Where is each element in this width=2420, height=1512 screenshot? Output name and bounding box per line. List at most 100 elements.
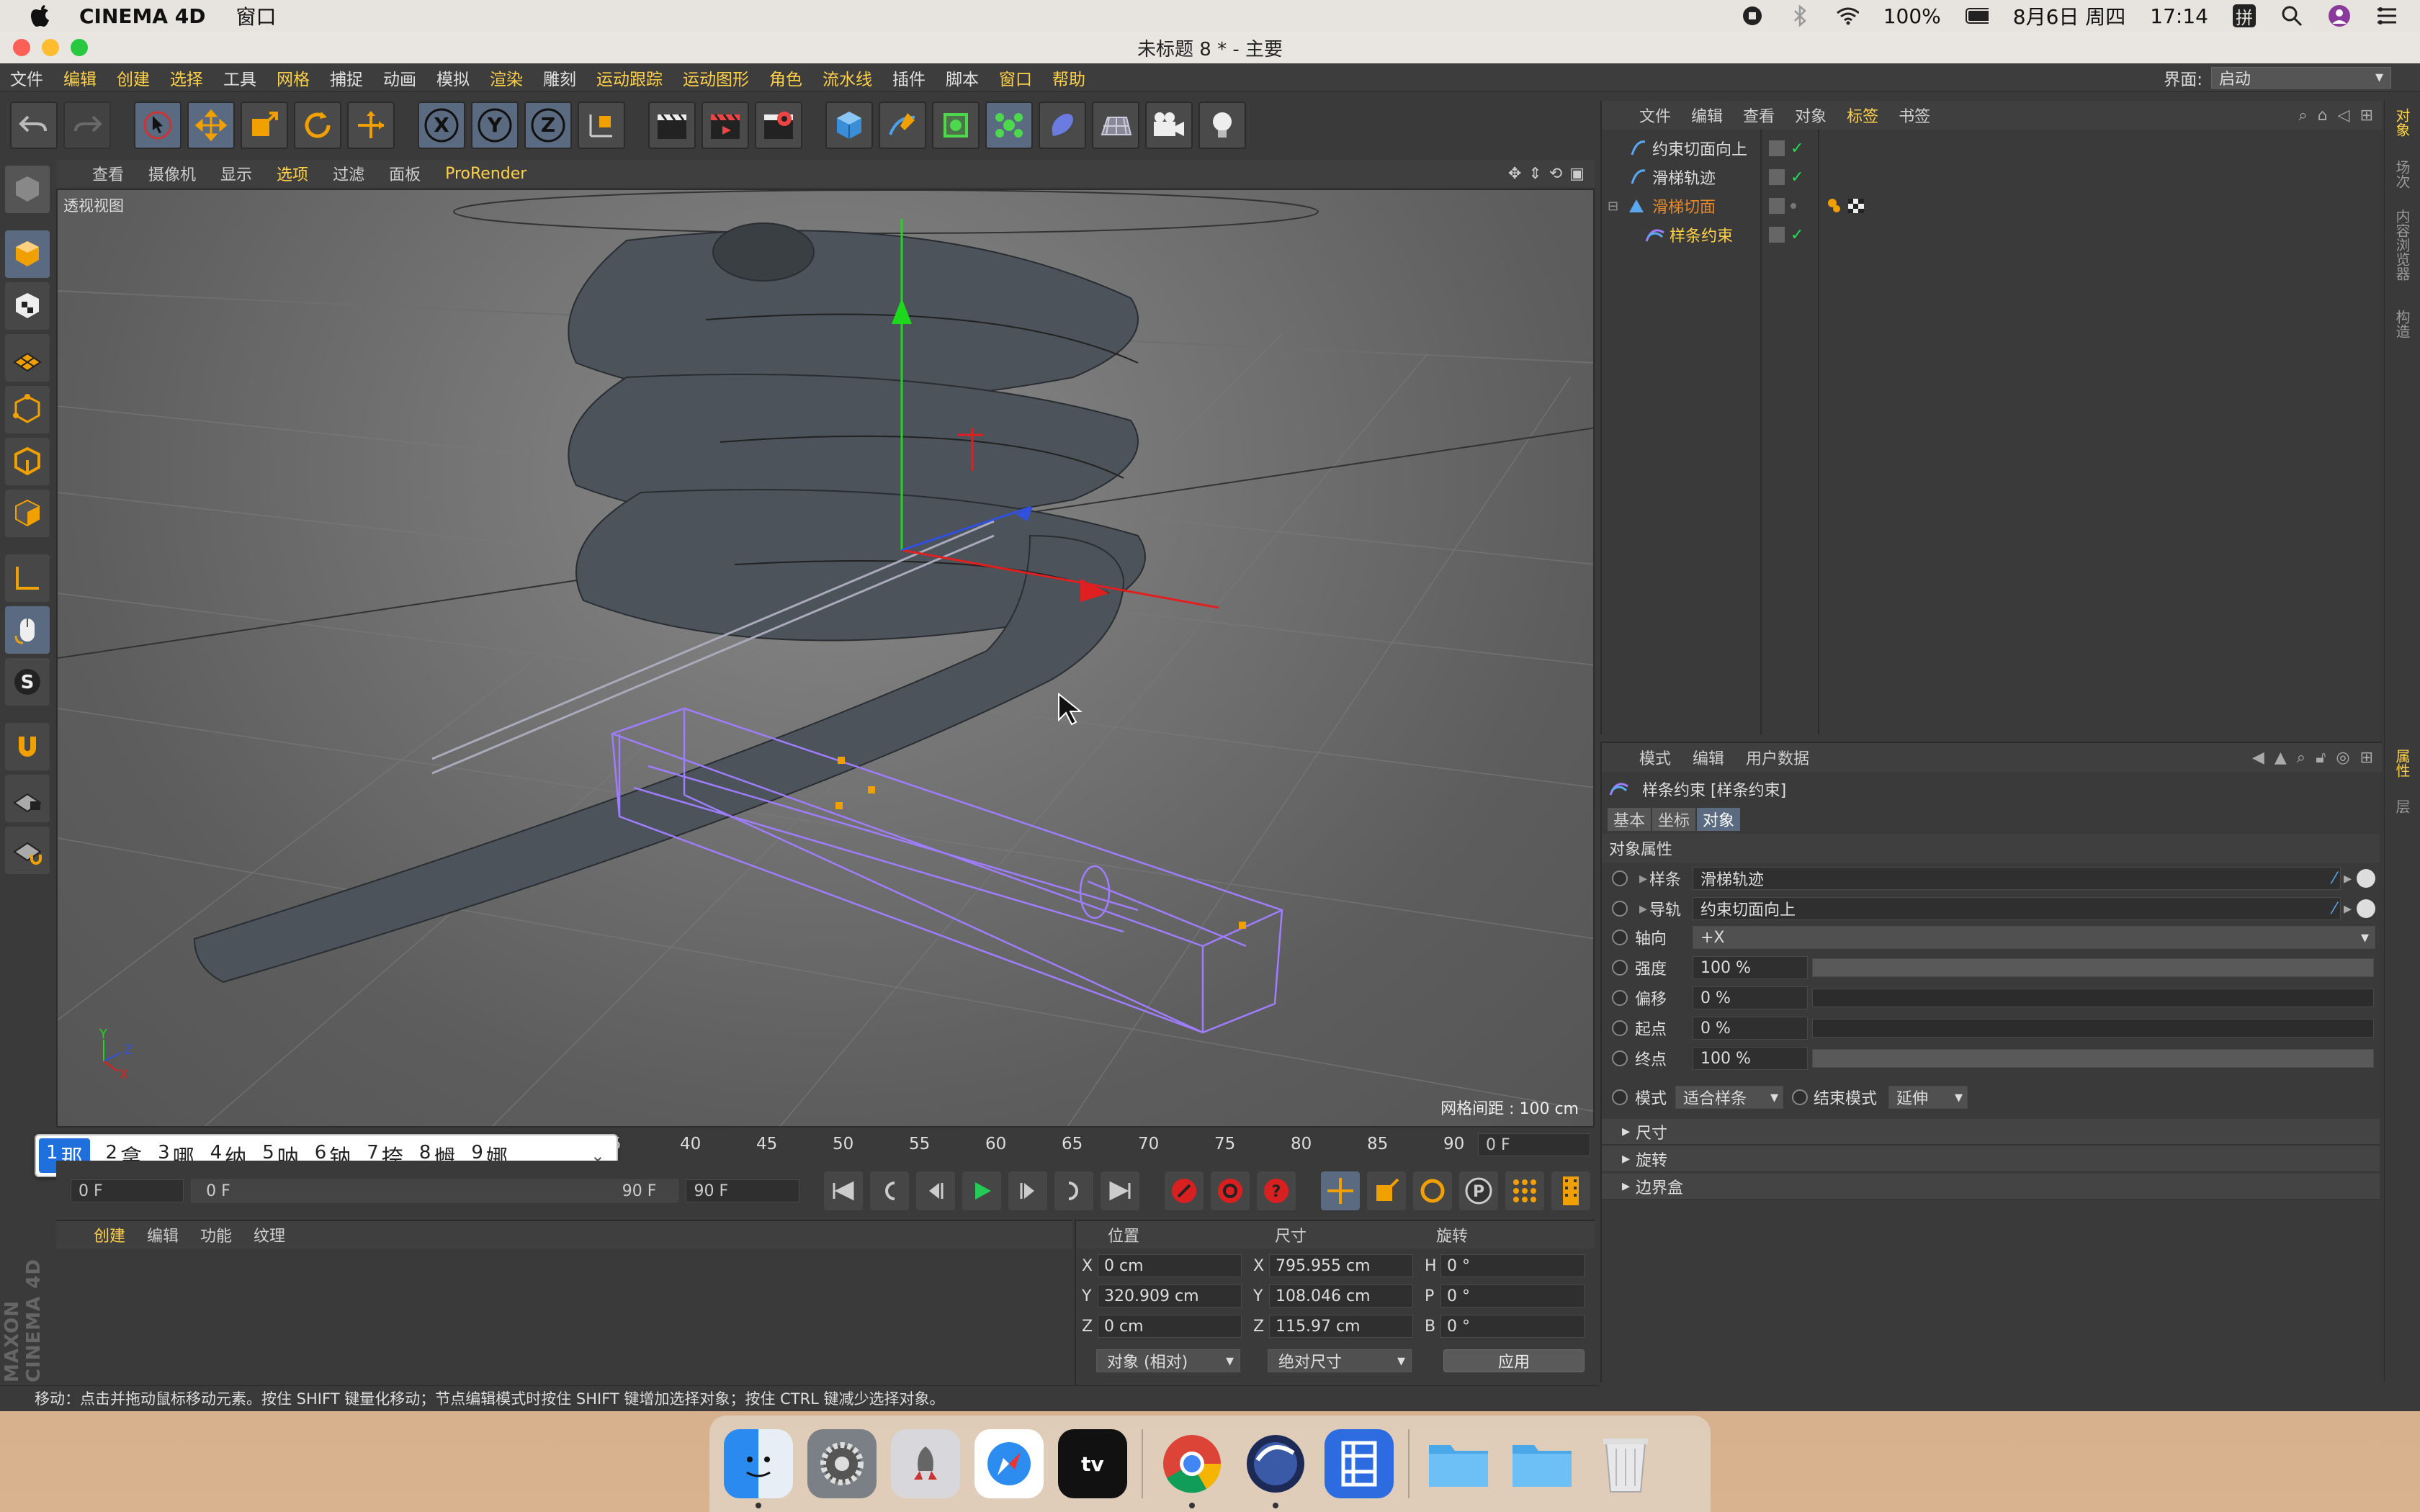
strength-slider[interactable] — [1812, 958, 2374, 977]
menu-edit[interactable]: 编辑 — [63, 66, 97, 90]
workplane-mode-button[interactable] — [5, 334, 50, 382]
key-rotation-button[interactable] — [1413, 1171, 1453, 1210]
undo-button[interactable] — [10, 102, 58, 149]
material-tab-create[interactable]: 创建 — [94, 1223, 125, 1246]
cinema4d-dock-icon[interactable] — [1241, 1429, 1310, 1508]
object-row[interactable]: 样条约束 ✓ — [1602, 220, 2380, 249]
start-slider[interactable] — [1812, 1019, 2374, 1038]
key-position-button[interactable] — [1321, 1171, 1361, 1210]
solo-button[interactable]: S — [5, 658, 50, 706]
search-icon[interactable]: ⌕ — [2297, 749, 2305, 767]
material-tab-texture[interactable]: 纹理 — [254, 1223, 285, 1246]
viewport-menu-camera[interactable]: 摄像机 — [148, 162, 196, 185]
spline-link-field[interactable]: 滑梯轨迹 ⁄ — [1693, 867, 2341, 890]
spline-points[interactable] — [835, 757, 1246, 929]
folder-icon[interactable] — [1424, 1429, 1493, 1498]
offset-field[interactable]: 0 % — [1693, 986, 1808, 1009]
app-name-menu[interactable]: CINEMA 4D — [79, 4, 206, 28]
section-bounding-box[interactable]: ▸ 边界盒 — [1602, 1174, 2380, 1200]
menu-plugins[interactable]: 插件 — [892, 66, 926, 90]
cloner-button[interactable] — [985, 102, 1033, 149]
close-window-button[interactable] — [13, 39, 30, 56]
object-menu-bookmarks[interactable]: 书签 — [1899, 104, 1930, 127]
make-editable-button[interactable] — [5, 166, 50, 213]
safari-icon[interactable] — [974, 1429, 1044, 1498]
material-tab-edit[interactable]: 编辑 — [147, 1223, 179, 1246]
menu-simulate[interactable]: 模拟 — [436, 66, 470, 90]
rotate-tool-button[interactable] — [294, 102, 341, 149]
visibility-toggle[interactable] — [1769, 140, 1785, 156]
tweak-mode-button[interactable] — [5, 606, 50, 654]
pan-view-icon[interactable]: ✥ — [1508, 165, 1521, 183]
visibility-toggle[interactable] — [1769, 169, 1785, 185]
helix-slide[interactable] — [193, 222, 1146, 984]
visibility-toggle[interactable] — [1769, 227, 1785, 243]
end-field[interactable]: 100 % — [1693, 1047, 1808, 1070]
axis-mode-button[interactable] — [5, 554, 50, 602]
orbit-view-icon[interactable]: ⟲ — [1549, 165, 1562, 183]
tag-icons[interactable] — [1827, 197, 1867, 215]
expand-arrow-icon[interactable]: ▸ — [1639, 870, 1647, 888]
cube-primitive-button[interactable] — [825, 102, 873, 149]
dolly-view-icon[interactable]: ⇕ — [1528, 165, 1541, 183]
object-menu-tags[interactable]: 标签 — [1847, 104, 1878, 127]
strength-field[interactable]: 100 % — [1693, 956, 1808, 979]
enabled-check-icon[interactable]: ✓ — [1791, 140, 1803, 158]
side-tab-takes[interactable]: 场次 — [2392, 160, 2413, 189]
section-rotation[interactable]: ▸ 旋转 — [1602, 1146, 2380, 1172]
texture-mode-button[interactable] — [5, 282, 50, 330]
bluetooth-icon[interactable] — [1788, 4, 1811, 27]
key-pla-button[interactable] — [1505, 1171, 1545, 1210]
user-avatar-icon[interactable] — [2328, 4, 2351, 27]
size-z-field[interactable]: 115.97 cm — [1269, 1315, 1413, 1338]
material-tab-function[interactable]: 功能 — [200, 1223, 232, 1246]
object-menu-edit[interactable]: 编辑 — [1691, 104, 1723, 127]
subtab-basic[interactable]: 基本 — [1608, 808, 1652, 831]
subtab-coordinates[interactable]: 坐标 — [1652, 808, 1696, 831]
next-key-button[interactable] — [1054, 1171, 1094, 1210]
rotation-h-field[interactable]: 0 ° — [1440, 1254, 1585, 1277]
viewport-menu-prorender[interactable]: ProRender — [445, 165, 526, 183]
record-icon[interactable] — [1741, 4, 1764, 27]
end-mode-select[interactable]: 延伸 ▾ — [1888, 1086, 1968, 1109]
expand-arrow-icon[interactable]: ▸ — [1639, 900, 1647, 918]
menu-snap[interactable]: 捕捉 — [330, 66, 363, 90]
section-size[interactable]: ▸ 尺寸 — [1602, 1119, 2380, 1145]
apple-icon[interactable] — [27, 3, 53, 29]
enabled-check-icon[interactable]: ✓ — [1791, 168, 1803, 186]
object-menu-file[interactable]: 文件 — [1639, 104, 1671, 127]
object-menu-object[interactable]: 对象 — [1795, 104, 1827, 127]
expand-link-icon[interactable]: ▸ — [2344, 870, 2352, 888]
go-to-end-button[interactable] — [1101, 1171, 1140, 1210]
pick-object-icon[interactable] — [2357, 899, 2375, 918]
perspective-viewport[interactable]: Y Z X 透视视图 网格间距 : 100 cm — [56, 189, 1595, 1128]
expand-link-icon[interactable]: ▸ — [2344, 900, 2352, 918]
viewport-scene[interactable]: Y Z X — [58, 190, 1595, 1128]
end-frame-field[interactable]: 90 F — [686, 1179, 799, 1202]
menu-mesh[interactable]: 网格 — [277, 66, 310, 90]
record-keyframe-button[interactable] — [1165, 1171, 1204, 1210]
render-to-picture-viewer-button[interactable] — [702, 102, 749, 149]
menu-character[interactable]: 角色 — [769, 66, 802, 90]
model-mode-button[interactable] — [5, 230, 50, 278]
object-menu-view[interactable]: 查看 — [1743, 104, 1775, 127]
window-titlebar[interactable]: 未标题 8 * - 主要 — [0, 32, 2420, 63]
settings-icon[interactable]: ◎ — [2336, 749, 2349, 767]
window-menu[interactable]: 窗口 — [236, 1, 277, 30]
visibility-toggle[interactable] — [1769, 198, 1785, 214]
pick-object-icon[interactable] — [2357, 869, 2375, 888]
new-window-icon[interactable]: ⊞ — [2360, 107, 2373, 125]
offset-slider[interactable] — [1812, 989, 2374, 1007]
control-center-icon[interactable] — [2375, 4, 2398, 27]
animate-radio[interactable] — [1612, 901, 1628, 917]
menu-help[interactable]: 帮助 — [1052, 66, 1085, 90]
animate-radio[interactable] — [1612, 1050, 1628, 1066]
recent-tool-button[interactable] — [347, 102, 395, 149]
menu-select[interactable]: 选择 — [170, 66, 203, 90]
animate-radio[interactable] — [1792, 1089, 1808, 1105]
apple-tv-icon[interactable]: tv — [1058, 1429, 1127, 1498]
key-scale-button[interactable] — [1367, 1171, 1407, 1210]
animate-radio[interactable] — [1612, 1089, 1628, 1105]
previous-key-button[interactable] — [870, 1171, 910, 1210]
new-window-icon[interactable]: ⊞ — [2360, 749, 2373, 767]
